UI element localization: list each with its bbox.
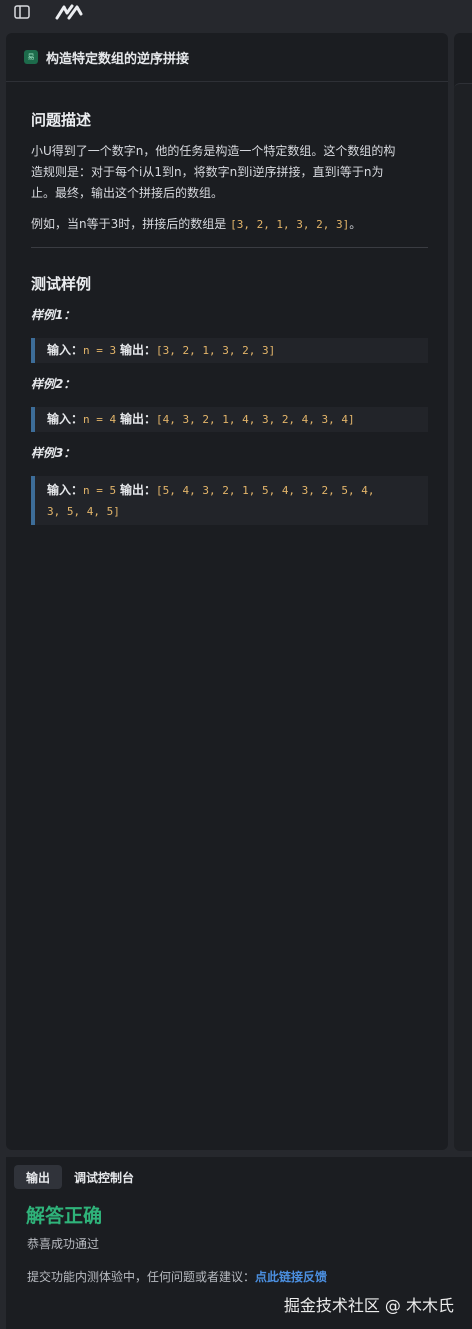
sidebar-toggle-icon[interactable] [12,3,32,21]
samples-heading: 测试样例 [31,275,92,293]
sample-1-input: n = 3 [83,344,117,357]
problem-panel: 易 构造特定数组的逆序拼接 问题描述 小U得到了一个数字n，他的任务是构造一个特… [6,33,448,1150]
input-label: 输入： [47,412,84,426]
sample-2-output: [4, 3, 2, 1, 4, 3, 2, 4, 3, 4] [155,413,355,426]
difficulty-badge: 易 [24,50,38,64]
result-title: 解答正确 [26,1205,103,1227]
problem-title: 构造特定数组的逆序拼接 [46,51,190,67]
feedback-link[interactable]: 点此链接反馈 [255,1270,327,1284]
output-label: 输出： [119,412,156,426]
example-prefix: 例如，当n等于3时，拼接后的数组是 [31,217,227,231]
tab-debug-console[interactable]: 调试控制台 [62,1165,146,1189]
description-line-1: 小U得到了一个数字n，他的任务是构造一个特定数组。这个数组的构 [31,144,396,158]
output-label: 输出： [119,343,156,357]
sample-2-label: 样例2： [31,377,76,391]
result-subtitle: 恭喜成功通过 [27,1237,100,1251]
input-label: 输入： [47,483,84,497]
top-toolbar [0,0,472,26]
sample-3-input: n = 5 [83,484,117,497]
sample-1-output: [3, 2, 1, 3, 2, 3] [155,344,276,357]
description-line-2: 造规则是：对于每个i从1到n，将数字n到i逆序拼接，直到i等于n为 [31,165,384,179]
right-panel-edge-lower [454,83,472,1151]
input-label: 输入： [47,343,84,357]
feedback-text: 提交功能内测体验中，任何问题或者建议：点此链接反馈 [27,1268,327,1285]
watermark: 掘金技术社区 @ 木木氏 [283,1296,454,1315]
sample-1-block: 输入：n = 3 输出：[3, 2, 1, 3, 2, 3] [31,338,428,363]
marscode-logo-icon[interactable] [54,3,84,21]
example-code: [3, 2, 1, 3, 2, 3] [230,218,350,231]
problem-content: 问题描述 小U得到了一个数字n，他的任务是构造一个特定数组。这个数组的构 造规则… [6,82,448,525]
example-text: 例如，当n等于3时，拼接后的数组是 [3, 2, 1, 3, 2, 3]。 [31,214,428,235]
output-tabs: 输出 调试控制台 [14,1165,146,1189]
sample-2-input: n = 4 [83,413,117,426]
description-heading: 问题描述 [31,111,92,129]
sample-2-block: 输入：n = 4 输出：[4, 3, 2, 1, 4, 3, 2, 4, 3, … [31,407,428,432]
tab-output[interactable]: 输出 [14,1165,63,1189]
sample-1-label: 样例1： [31,308,76,322]
problem-header: 易 构造特定数组的逆序拼接 [6,33,448,82]
sample-3-block: 输入：n = 5 输出：[5, 4, 3, 2, 1, 5, 4, 3, 2, … [31,476,428,525]
output-label: 输出： [119,483,156,497]
description-line-3: 止。最终，输出这个拼接后的数组。 [31,186,224,200]
feedback-label: 提交功能内测体验中，任何问题或者建议： [27,1270,256,1284]
sample-3-output-line-2: 3, 5, 4, 5] [47,505,120,518]
example-suffix: 。 [349,217,362,231]
sample-3-label: 样例3： [31,446,76,460]
sample-3-output-line-1: [5, 4, 3, 2, 1, 5, 4, 3, 2, 5, 4, [155,484,375,497]
